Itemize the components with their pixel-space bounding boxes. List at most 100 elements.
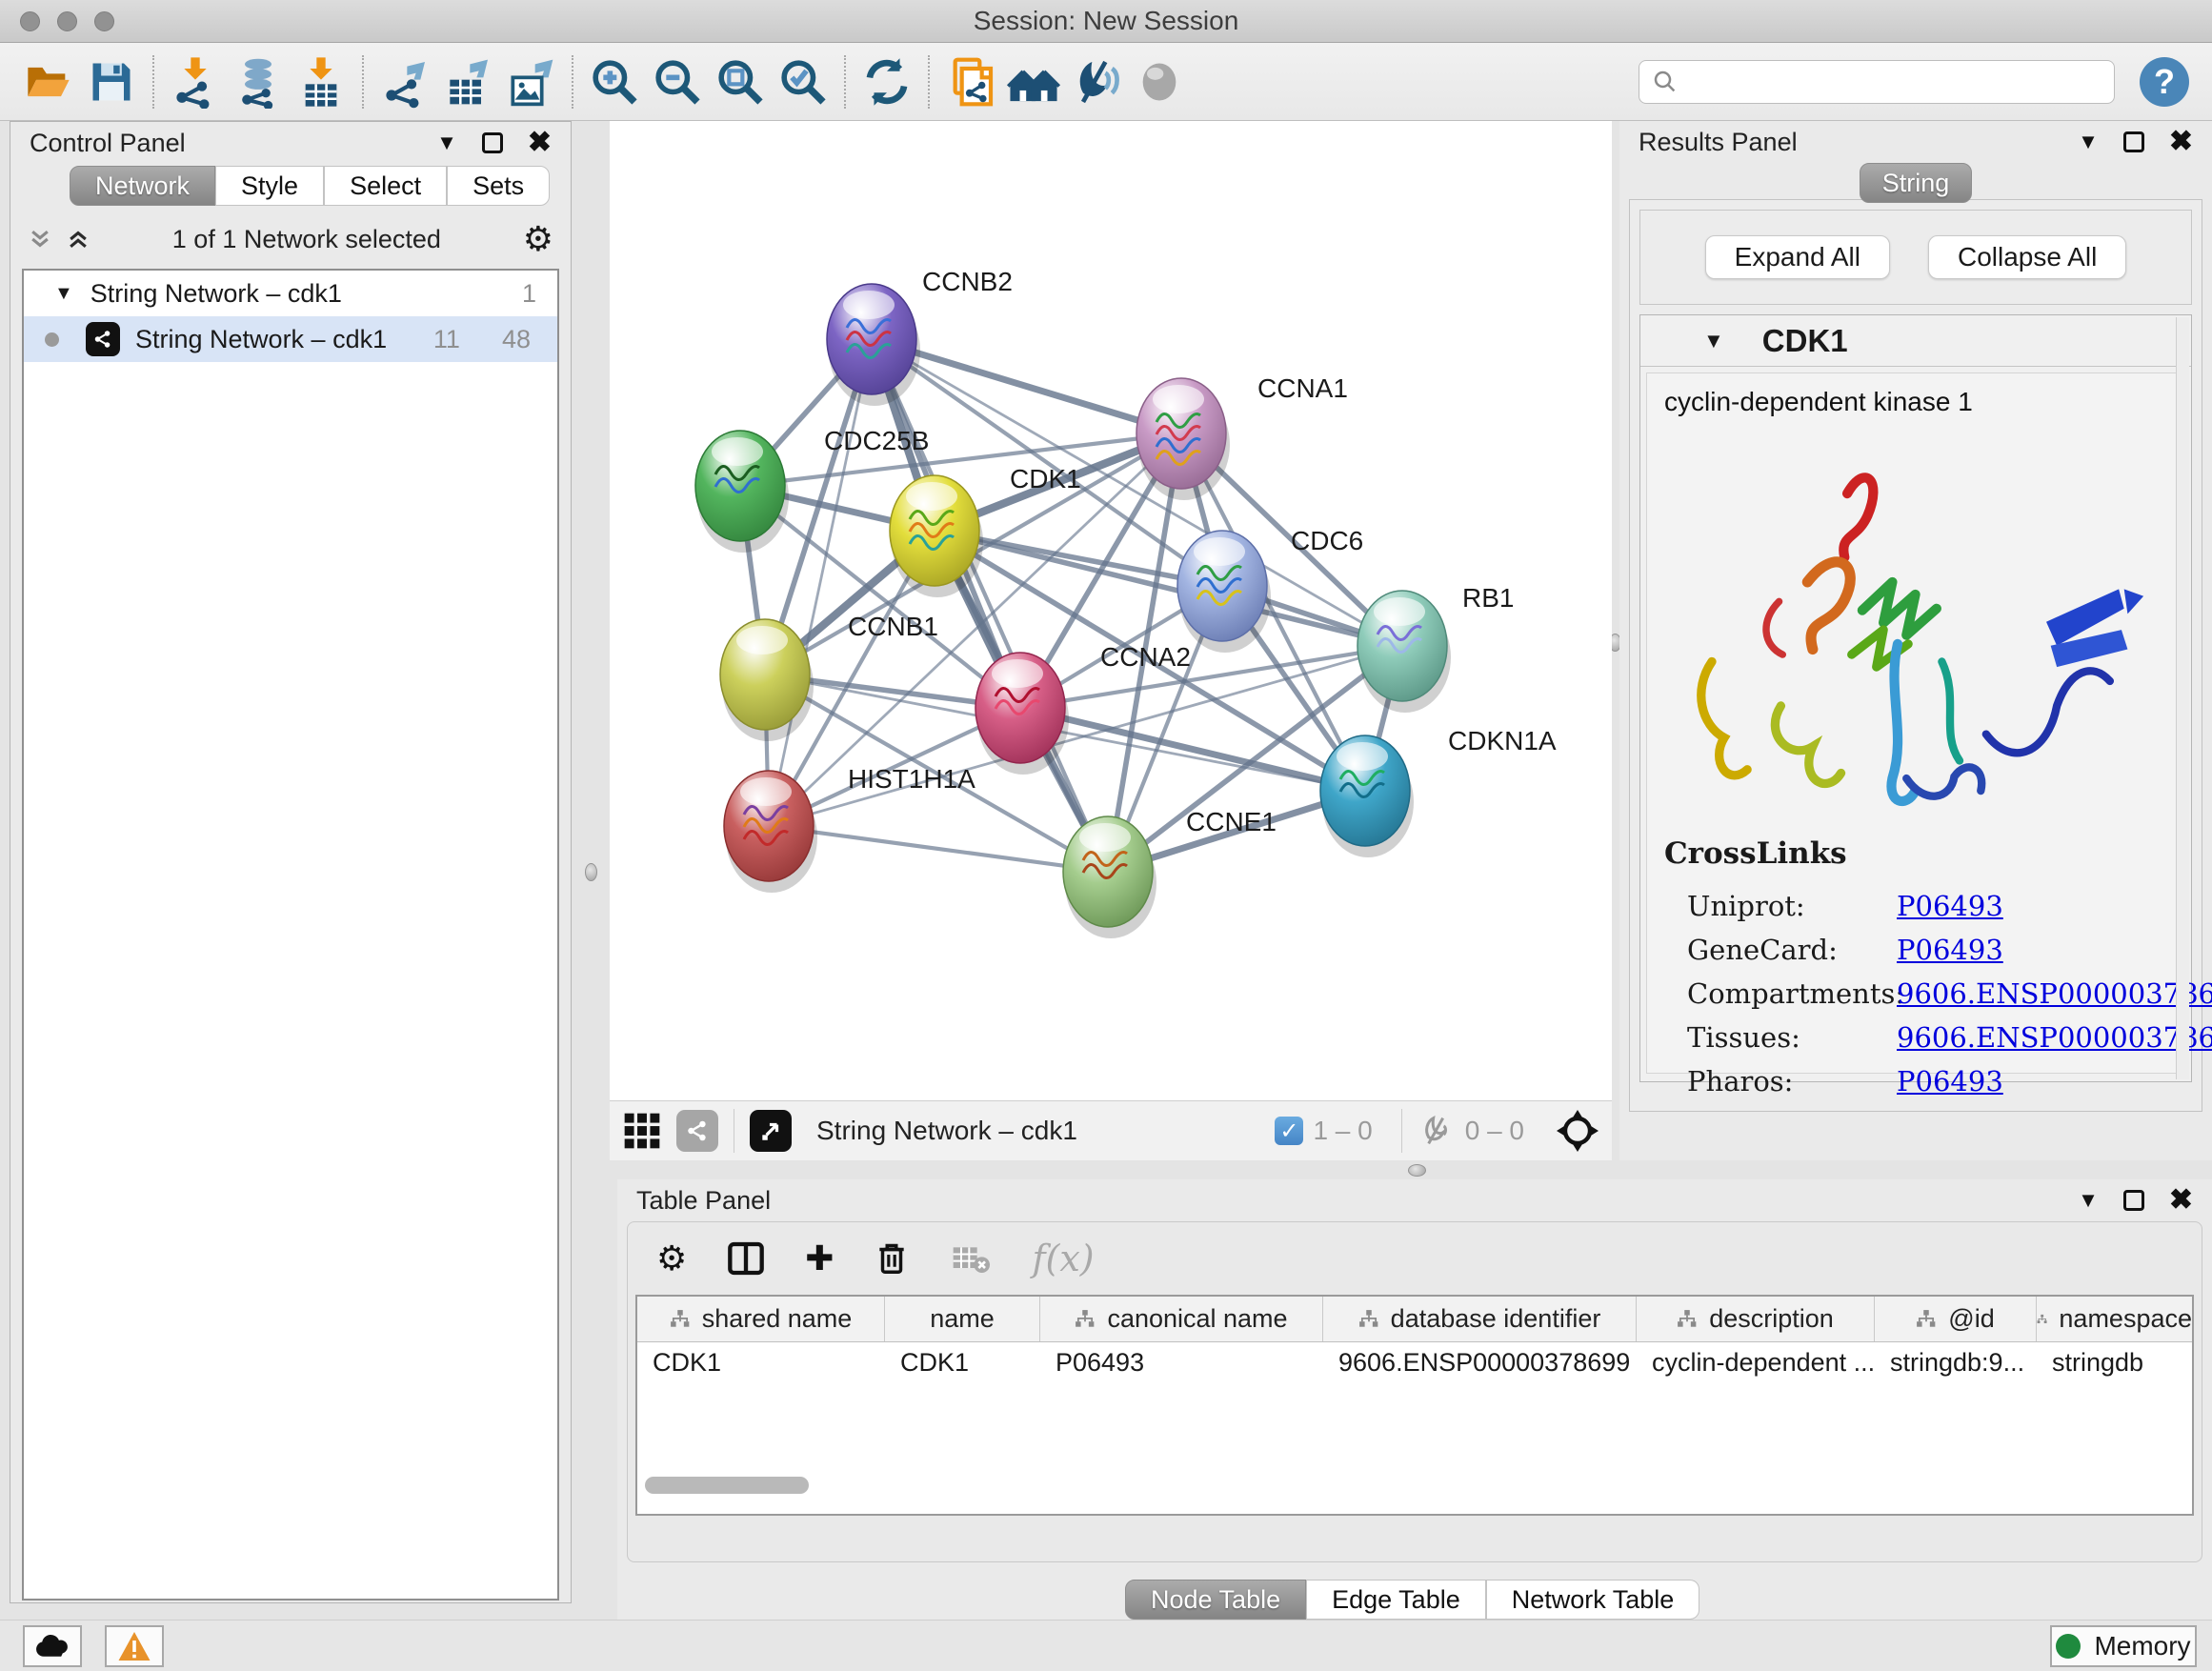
tab-style[interactable]: Style (215, 166, 324, 206)
network-collection-row[interactable]: ▼ String Network – cdk1 1 (24, 271, 557, 316)
float-panel-icon[interactable]: ▼ (2078, 1188, 2099, 1213)
zoom-out-icon[interactable] (646, 53, 709, 111)
table-row[interactable]: CDK1 CDK1 P06493 9606.ENSP00000378699 cy… (637, 1342, 2192, 1382)
collapse-all-icon[interactable] (28, 227, 52, 252)
maximize-panel-icon[interactable] (2123, 131, 2144, 152)
table-options-gear-icon[interactable]: ⚙ (656, 1238, 687, 1278)
save-session-icon[interactable] (80, 53, 143, 111)
network-node-CDK1[interactable]: CDK1 (890, 464, 1081, 597)
tab-network[interactable]: Network (70, 166, 215, 206)
string-home-icon[interactable] (1002, 53, 1065, 111)
create-column-icon[interactable]: ✚ (805, 1238, 834, 1278)
collection-label: String Network – cdk1 (90, 279, 342, 309)
tab-node-table[interactable]: Node Table (1125, 1580, 1306, 1620)
crosslink-link[interactable]: P06493 (1897, 934, 2181, 966)
tab-edge-table[interactable]: Edge Table (1306, 1580, 1486, 1620)
export-network-icon[interactable] (373, 53, 436, 111)
close-panel-icon[interactable]: ✖ (2169, 1190, 2193, 1211)
zoom-fit-icon[interactable] (709, 53, 772, 111)
export-image-icon[interactable] (499, 53, 562, 111)
export-table-icon[interactable] (436, 53, 499, 111)
float-panel-icon[interactable]: ▼ (2078, 130, 2099, 154)
network-options-gear-icon[interactable]: ⚙ (523, 219, 553, 259)
column-type-icon (1358, 1309, 1379, 1330)
search-input[interactable] (1689, 67, 2102, 96)
crosslink-link[interactable]: 9606.ENSP00000378699 (1897, 977, 2212, 1010)
network-node-CCNB2[interactable]: CCNB2 (827, 267, 1013, 406)
zoom-selected-icon[interactable] (772, 53, 835, 111)
network-share-view-icon[interactable] (676, 1110, 718, 1152)
results-scrollbar[interactable] (2176, 317, 2189, 1079)
expand-all-button[interactable]: Expand All (1705, 235, 1890, 279)
column-type-icon (2037, 1309, 2047, 1330)
delete-column-icon[interactable] (874, 1239, 910, 1278)
status-bar: Memory (0, 1620, 2212, 1671)
open-session-icon[interactable] (17, 53, 80, 111)
birds-eye-view-icon[interactable] (750, 1110, 792, 1152)
network-row[interactable]: String Network – cdk1 11 48 (24, 316, 557, 362)
warning-status-button[interactable] (105, 1625, 164, 1667)
float-panel-icon[interactable]: ▼ (436, 131, 457, 155)
help-button[interactable]: ? (2140, 57, 2189, 107)
horizontal-splitter-grip[interactable] (1408, 1164, 1426, 1177)
tab-network-table[interactable]: Network Table (1486, 1580, 1700, 1620)
import-network-icon[interactable] (164, 53, 227, 111)
network-edge[interactable] (769, 339, 872, 826)
network-edge[interactable] (769, 826, 1108, 872)
collapse-entry-icon[interactable]: ▼ (1703, 329, 1724, 353)
expand-all-icon[interactable] (66, 227, 90, 252)
column-header[interactable]: name (885, 1297, 1040, 1341)
grid-view-icon[interactable] (621, 1110, 663, 1152)
network-status-dot (45, 332, 59, 347)
crosslink-link[interactable]: P06493 (1897, 1065, 2181, 1097)
memory-button[interactable]: Memory (2050, 1625, 2197, 1667)
close-panel-icon[interactable]: ✖ (2169, 131, 2193, 152)
apply-layout-icon[interactable] (855, 53, 918, 111)
column-header[interactable]: namespace (2037, 1297, 2192, 1341)
column-header[interactable]: @id (1875, 1297, 2037, 1341)
column-header[interactable]: shared name (637, 1297, 885, 1341)
network-node-CCNA1[interactable]: CCNA1 (1136, 373, 1348, 500)
network-node-RB1[interactable]: RB1 (1357, 583, 1514, 713)
maximize-panel-icon[interactable] (482, 132, 503, 153)
function-builder-icon: f(x) (1032, 1238, 1094, 1279)
node-label-CDC6: CDC6 (1291, 526, 1363, 555)
left-splitter-grip[interactable] (585, 863, 597, 881)
collapse-all-button[interactable]: Collapse All (1928, 235, 2126, 279)
fit-content-crosshair-icon[interactable] (1555, 1108, 1600, 1154)
column-header[interactable]: database identifier (1323, 1297, 1637, 1341)
network-canvas[interactable]: CCNB2CCNA1CDC25BCDK1CDC6RB1CCNB1CCNA2CDK… (610, 121, 1612, 1100)
cell: 9606.ENSP00000378699 (1323, 1342, 1637, 1382)
collapse-arrow-icon[interactable]: ▼ (54, 283, 73, 305)
selected-nodes-checkbox[interactable]: ✓ (1275, 1117, 1303, 1145)
tab-string[interactable]: String (1860, 163, 1972, 203)
zoom-in-icon[interactable] (583, 53, 646, 111)
column-header[interactable]: canonical name (1040, 1297, 1323, 1341)
column-header[interactable]: description (1637, 1297, 1875, 1341)
hidden-elements-icon[interactable] (1418, 1112, 1456, 1150)
network-node-HIST1H1A[interactable]: HIST1H1A (724, 764, 975, 893)
tab-select[interactable]: Select (324, 166, 447, 206)
crosslink-row: Tissues: 9606.ENSP00000378699 (1664, 1016, 2181, 1059)
import-table-icon[interactable] (290, 53, 352, 111)
import-database-icon[interactable] (227, 53, 290, 111)
network-node-CCNA2[interactable]: CCNA2 (975, 642, 1191, 775)
clone-network-icon[interactable] (939, 53, 1002, 111)
scrollbar-thumb[interactable] (645, 1477, 809, 1494)
close-panel-icon[interactable]: ✖ (528, 132, 552, 153)
show-graphics-details-icon[interactable] (1128, 53, 1191, 111)
network-node-CDC6[interactable]: CDC6 (1177, 526, 1363, 653)
crosslink-label: Pharos: (1687, 1065, 1897, 1097)
control-panel-tabs: Network Style Select Sets (70, 166, 571, 206)
cloud-status-button[interactable] (23, 1625, 82, 1667)
tab-sets[interactable]: Sets (447, 166, 550, 206)
table-panel-title: Table Panel (636, 1186, 771, 1216)
show-columns-icon[interactable] (727, 1239, 765, 1278)
toolbar-separator (928, 55, 930, 109)
table-tabs: Node Table Edge Table Network Table (1125, 1580, 2212, 1620)
crosslink-link[interactable]: P06493 (1897, 890, 2181, 922)
network-node-CDKN1A[interactable]: CDKN1A (1320, 726, 1557, 857)
hide-glass-style-icon[interactable] (1065, 53, 1128, 111)
maximize-panel-icon[interactable] (2123, 1190, 2144, 1211)
crosslink-link[interactable]: 9606.ENSP00000378699 (1897, 1021, 2212, 1054)
